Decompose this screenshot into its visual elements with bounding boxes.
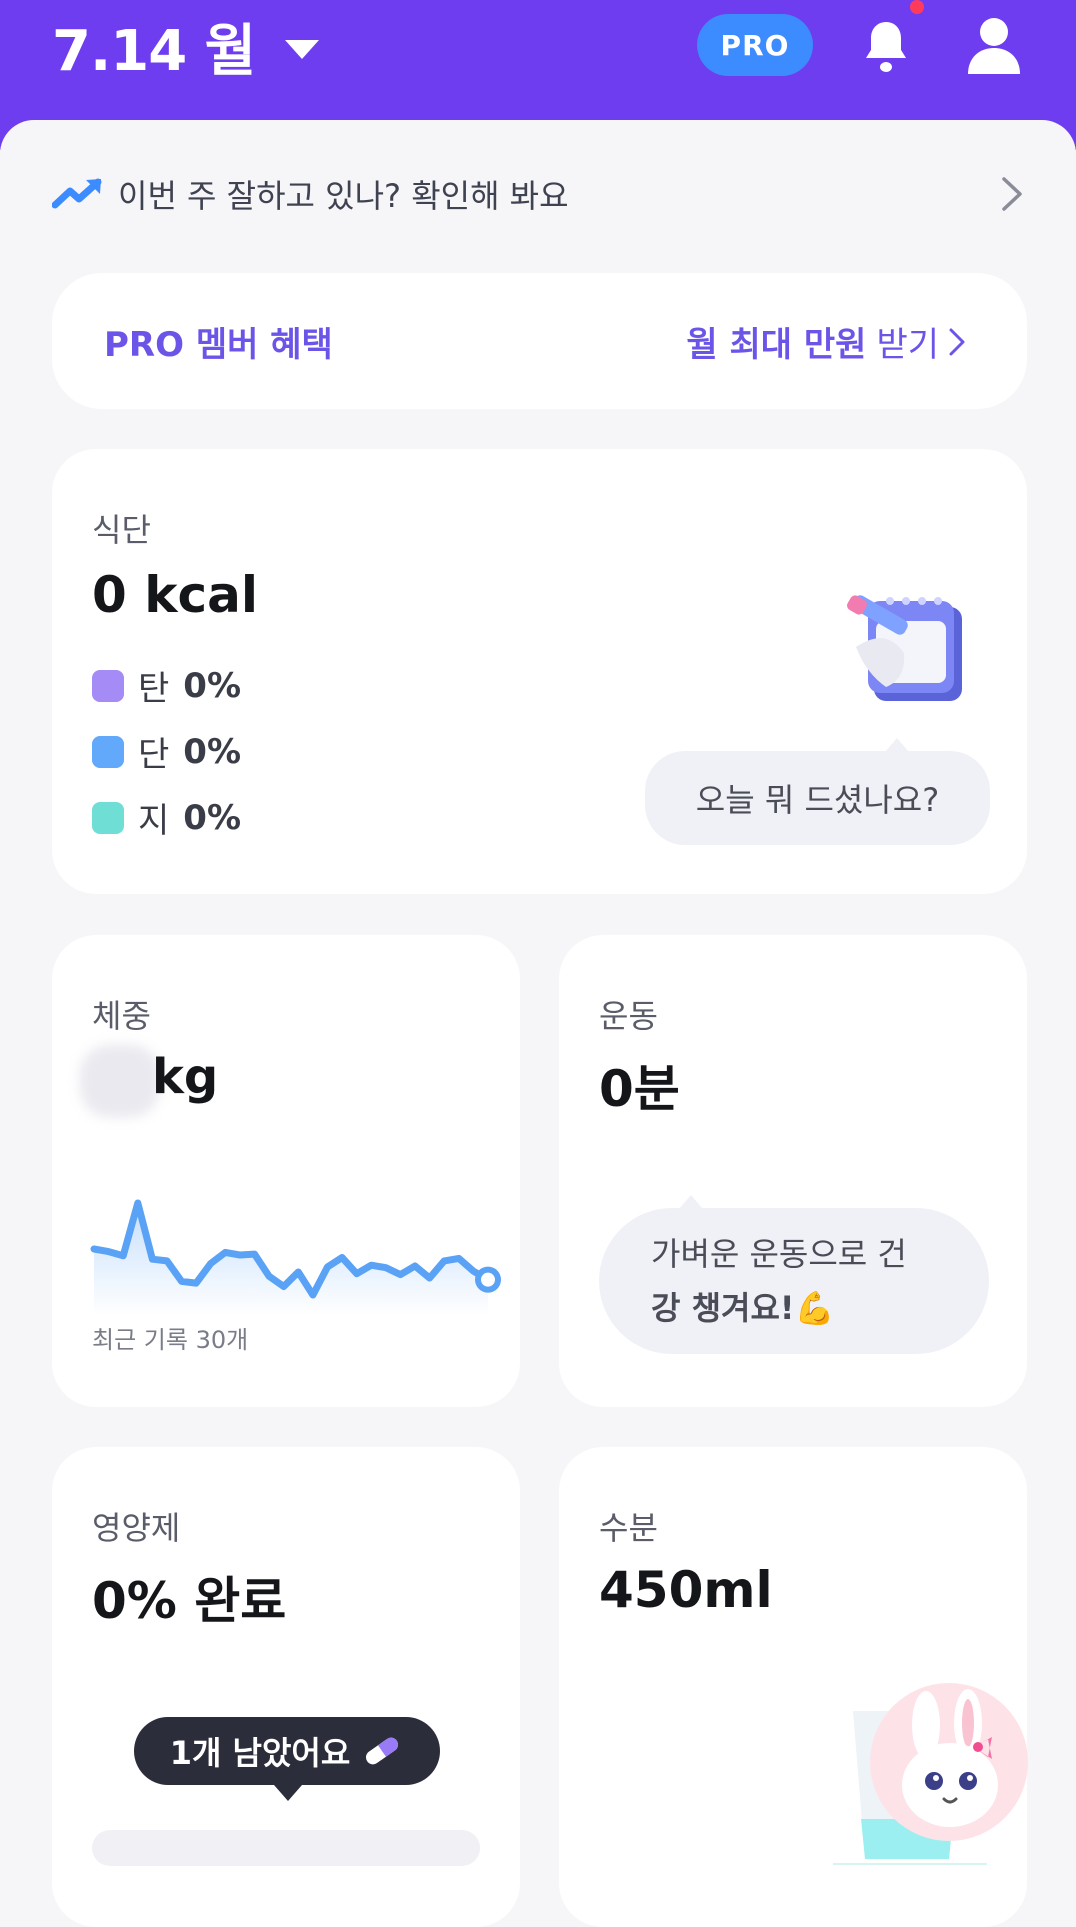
supplement-progress-bar	[92, 1830, 480, 1866]
diet-prompt-bubble: 오늘 뭐 드셨나요?	[645, 738, 990, 845]
supplement-remaining-text: 1개 남았어요	[169, 1734, 351, 1772]
water-line	[833, 1863, 987, 1865]
redacted-weight-value	[80, 1045, 160, 1117]
weight-card[interactable]: 체중 kg 최근 기록 30개	[52, 935, 520, 1407]
bubble-tail	[274, 1785, 302, 1801]
pro-benefit-cta: 월 최대 만원 받기	[686, 317, 967, 366]
water-label: 수분	[599, 1509, 658, 1547]
bunny-mascot-icon	[902, 1689, 998, 1827]
water-amount: 450ml	[599, 1561, 773, 1619]
macro-carb: 탄 0%	[92, 661, 241, 710]
weight-caption: 최근 기록 30개	[92, 1326, 249, 1354]
chevron-down-icon	[285, 40, 320, 59]
macro-fat: 지 0%	[92, 793, 241, 842]
pro-benefit-receive: 받기	[876, 325, 939, 365]
pro-benefit-amount: 월 최대 만원	[686, 325, 867, 365]
date-selector[interactable]: 7.14 월	[52, 6, 320, 87]
date-label: 7.14 월	[52, 19, 256, 84]
fat-swatch	[92, 801, 124, 834]
exercise-card[interactable]: 운동 0분 가벼운 운동으로 건 강 챙겨요!💪	[559, 935, 1027, 1407]
weight-latest-point	[475, 1266, 501, 1293]
exercise-prompt-bubble: 가벼운 운동으로 건 강 챙겨요!💪	[599, 1195, 989, 1354]
bell-icon[interactable]	[862, 18, 910, 74]
macro-protein: 단 0%	[92, 727, 241, 776]
diet-card[interactable]: 식단 0 kcal 탄 0% 단 0% 지 0% 오늘 뭐 드셨나요?	[52, 449, 1027, 894]
weight-trend-chart	[90, 1199, 501, 1315]
weekly-check-link[interactable]: 이번 주 잘하고 있나? 확인해 봐요	[52, 168, 1024, 220]
macro-name: 단	[138, 735, 170, 775]
bubble-tail	[679, 1195, 703, 1209]
weight-label: 체중	[92, 997, 151, 1035]
diet-prompt-text: 오늘 뭐 드셨나요?	[695, 781, 940, 819]
calendar-pencil-icon	[847, 595, 962, 701]
chevron-right-icon	[1002, 177, 1022, 211]
exercise-prompt-line2: 강 챙겨요!💪	[651, 1289, 835, 1327]
exercise-prompt-line1: 가벼운 운동으로 건	[651, 1235, 907, 1273]
notification-dot	[910, 0, 924, 14]
diet-label: 식단	[92, 511, 151, 549]
pro-badge-button[interactable]: PRO	[697, 14, 813, 76]
bubble-tail	[885, 738, 909, 752]
supplement-card[interactable]: 영양제 0% 완료 1개 남았어요	[52, 1447, 520, 1927]
pro-benefit-title: PRO 멤버 혜택	[104, 325, 333, 365]
macro-name: 탄	[138, 669, 170, 709]
macro-percent: 0%	[183, 731, 242, 772]
supplement-remaining-bubble: 1개 남았어요	[134, 1717, 440, 1801]
weight-unit: kg	[152, 1049, 219, 1105]
exercise-minutes: 0분	[599, 1060, 680, 1118]
supplement-label: 영양제	[92, 1509, 181, 1547]
trend-up-icon	[52, 178, 102, 209]
supplement-progress-text: 0% 완료	[92, 1572, 287, 1630]
macro-name: 지	[138, 801, 170, 841]
macro-percent: 0%	[183, 797, 242, 838]
diet-calories: 0 kcal	[92, 566, 258, 624]
carb-swatch	[92, 669, 124, 702]
weekly-check-text: 이번 주 잘하고 있나? 확인해 봐요	[118, 177, 569, 215]
pill-icon	[366, 1737, 399, 1765]
protein-swatch	[92, 735, 124, 768]
exercise-label: 운동	[599, 997, 658, 1035]
pro-benefit-banner[interactable]: PRO 멤버 혜택 월 최대 만원 받기	[52, 273, 1027, 409]
user-icon[interactable]	[966, 16, 1022, 76]
chevron-right-icon	[949, 328, 965, 355]
exercise-prompt-text: 가벼운 운동으로 건 강 챙겨요!💪	[599, 1227, 907, 1335]
bunny-mascot-button[interactable]	[870, 1683, 1028, 1841]
macro-percent: 0%	[183, 665, 242, 706]
